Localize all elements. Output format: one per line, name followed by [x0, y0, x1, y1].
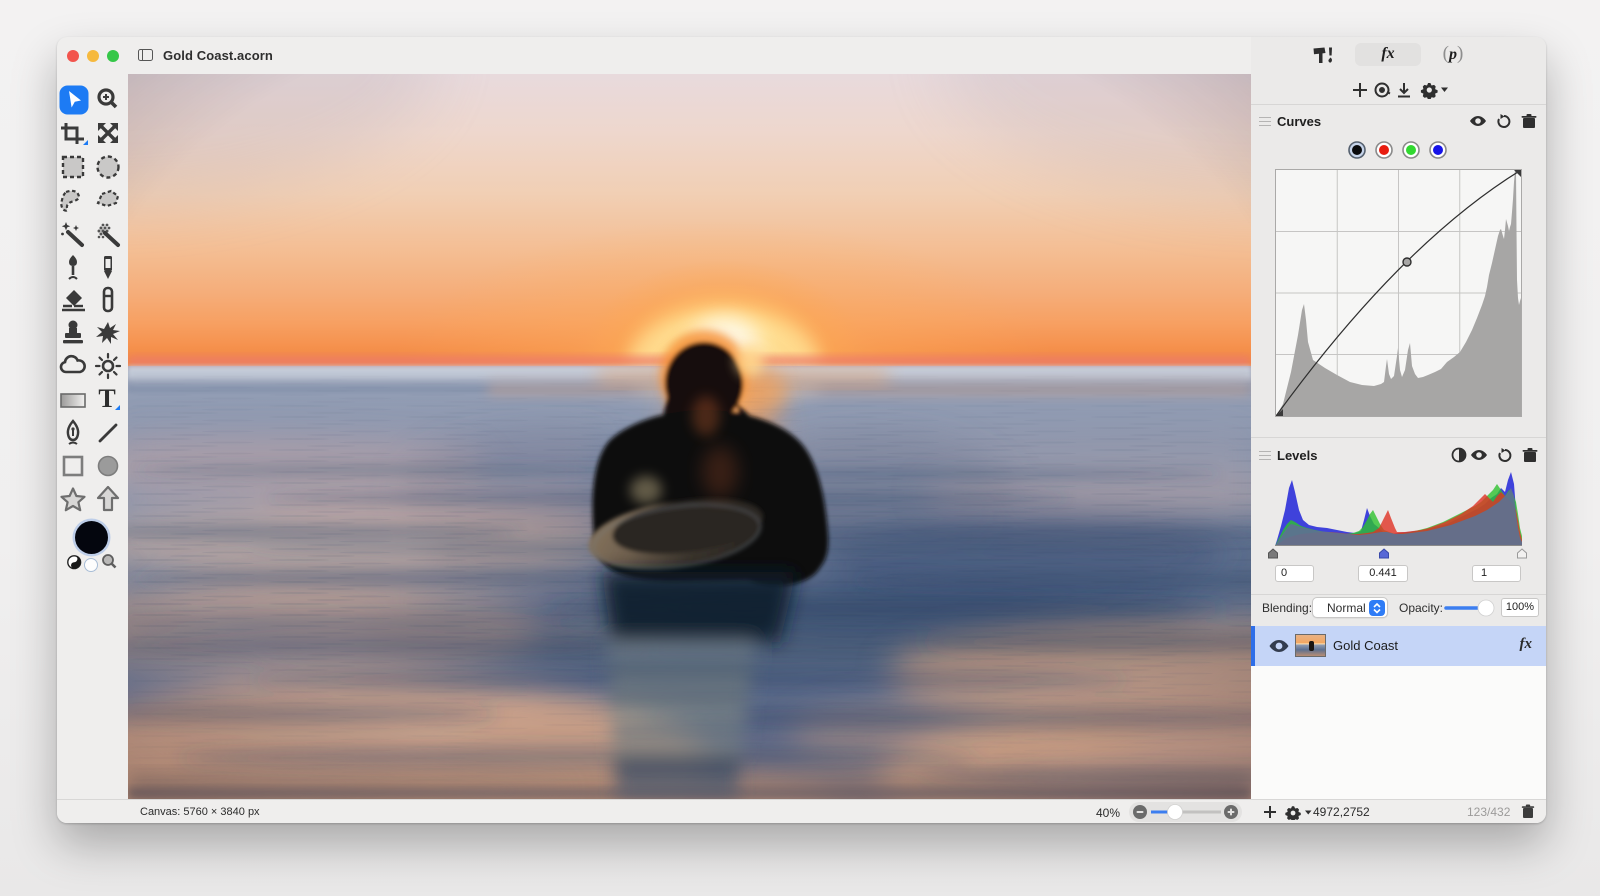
svg-text:T: T: [98, 386, 115, 412]
